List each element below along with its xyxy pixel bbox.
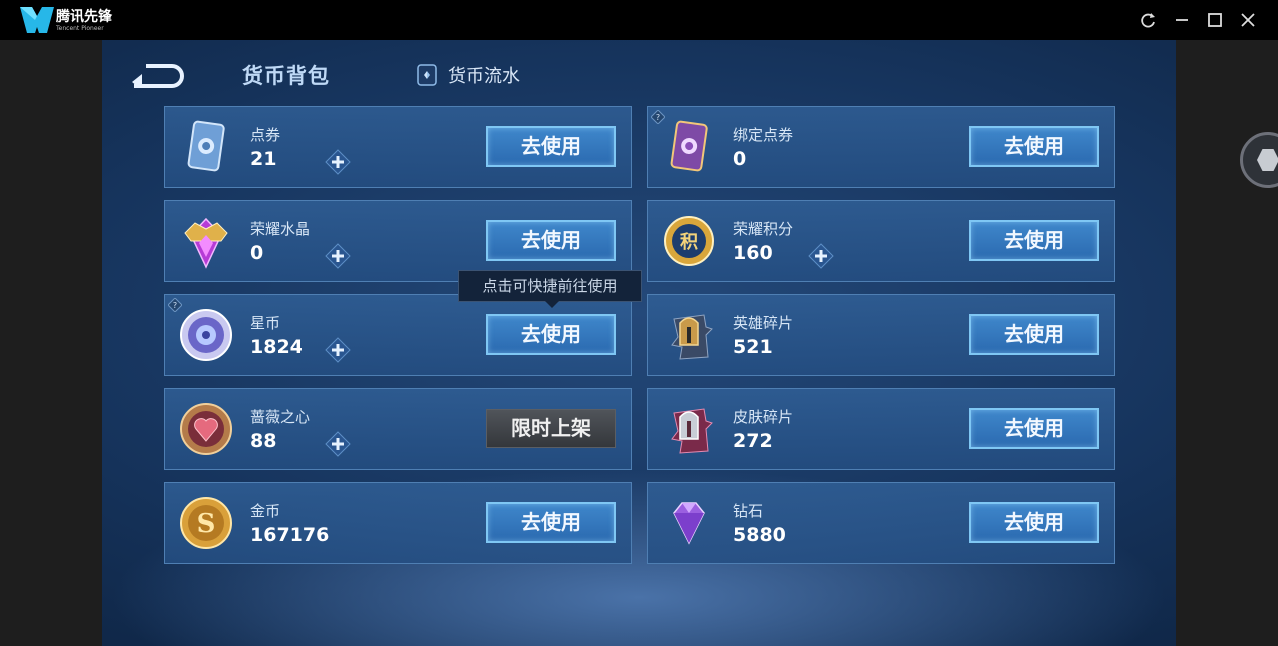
currency-name: 荣耀积分 [733, 220, 794, 238]
app-logo-icon [20, 7, 54, 33]
currency-name: 皮肤碎片 [733, 408, 794, 426]
add-voucher-button[interactable] [325, 149, 351, 175]
tab-currency-flow-label: 货币流水 [448, 66, 520, 87]
back-arrow-icon[interactable] [128, 60, 184, 88]
bound-voucher-icon [670, 120, 708, 172]
limited-time-button: 限时上架 [486, 409, 616, 448]
close-icon[interactable] [1238, 10, 1258, 30]
currency-card-glory-points: 积 荣耀积分 160 去使用 [647, 200, 1115, 282]
currency-name: 英雄碎片 [733, 314, 794, 332]
use-glory-points-button[interactable]: 去使用 [969, 220, 1099, 261]
glory-points-icon: 积 [664, 216, 714, 266]
tab-currency-flow[interactable]: 货币流水 [416, 62, 520, 88]
currency-amount: 521 [733, 336, 773, 358]
currency-name: 点券 [250, 126, 281, 144]
svg-text:积: 积 [680, 232, 698, 253]
use-glory-crystal-button[interactable]: 去使用 [486, 220, 616, 261]
hexagon-icon [1257, 149, 1278, 171]
currency-amount: 0 [250, 242, 264, 264]
currency-card-rose-heart: 蔷薇之心 88 限时上架 [164, 388, 632, 470]
svg-text:S: S [197, 509, 216, 539]
use-skin-fragment-button[interactable]: 去使用 [969, 408, 1099, 449]
currency-card-gold-coin: S 金币 167176 去使用 [164, 482, 632, 564]
currency-name: 钻石 [733, 502, 764, 520]
window-titlebar: 腾讯先锋 Tencent Pioneer [0, 0, 1278, 40]
currency-amount: 0 [733, 148, 747, 170]
currency-name: 金币 [250, 502, 281, 520]
use-bound-voucher-button[interactable]: 去使用 [969, 126, 1099, 167]
app-name: 腾讯先锋 [56, 9, 112, 25]
currency-card-hero-fragment: 英雄碎片 521 去使用 [647, 294, 1115, 376]
currency-name: 星币 [250, 314, 281, 332]
currency-amount: 167176 [250, 524, 330, 546]
use-voucher-button[interactable]: 去使用 [486, 126, 616, 167]
currency-card-diamond: 钻石 5880 去使用 [647, 482, 1115, 564]
currency-amount: 160 [733, 242, 773, 264]
currency-amount: 272 [733, 430, 773, 452]
diamond-icon [673, 502, 705, 545]
currency-amount: 1824 [250, 336, 303, 358]
right-margin [1176, 40, 1278, 646]
hero-fragment-icon [671, 314, 713, 360]
glory-crystal-icon [184, 217, 228, 269]
currency-amount: 88 [250, 430, 277, 452]
currency-amount: 21 [250, 148, 277, 170]
minimize-icon[interactable] [1172, 10, 1192, 30]
currency-card-bound-voucher: ? 绑定点券 0 去使用 [647, 106, 1115, 188]
add-glory-crystal-button[interactable] [325, 243, 351, 269]
tab-currency-bag[interactable]: 货币背包 [242, 60, 330, 90]
rose-heart-icon [180, 403, 232, 455]
currency-card-voucher: 点券 21 去使用 [164, 106, 632, 188]
star-coin-icon [180, 309, 232, 361]
currency-name: 绑定点券 [733, 126, 794, 144]
currency-name: 蔷薇之心 [250, 408, 311, 426]
add-star-coin-button[interactable] [325, 337, 351, 363]
use-diamond-button[interactable]: 去使用 [969, 502, 1099, 543]
left-margin [0, 40, 102, 646]
currency-amount: 5880 [733, 524, 786, 546]
currency-card-skin-fragment: 皮肤碎片 272 去使用 [647, 388, 1115, 470]
currency-bag-screen: 货币背包 货币流水 点券 21 去使用 ? 绑定点券 0 去使用 荣耀水晶 0 … [102, 40, 1176, 646]
skin-fragment-icon [671, 408, 713, 454]
use-hero-fragment-button[interactable]: 去使用 [969, 314, 1099, 355]
currency-name: 荣耀水晶 [250, 220, 311, 238]
maximize-icon[interactable] [1205, 10, 1225, 30]
card-flow-icon [417, 64, 437, 86]
app-subtitle: Tencent Pioneer [56, 25, 104, 32]
use-star-coin-button[interactable]: 去使用 [486, 314, 616, 355]
gold-coin-icon: S [180, 497, 232, 549]
refresh-icon[interactable] [1138, 10, 1158, 30]
quick-use-tooltip: 点击可快捷前往使用 [458, 270, 642, 308]
voucher-icon [187, 120, 225, 172]
currency-card-star-coin: ? 星币 1824 去使用 [164, 294, 632, 376]
add-rose-heart-button[interactable] [325, 431, 351, 457]
add-glory-points-button[interactable] [808, 243, 834, 269]
use-gold-coin-button[interactable]: 去使用 [486, 502, 616, 543]
